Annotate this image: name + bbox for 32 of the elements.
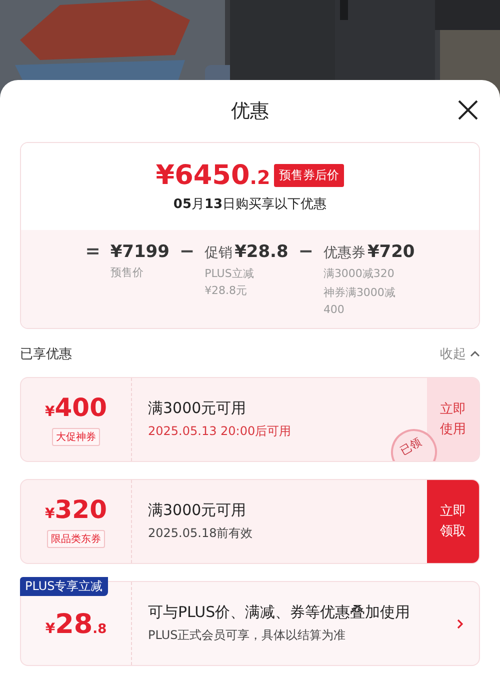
term-amount: ¥7199 xyxy=(110,242,170,262)
coupon-condition: 满3000元可用 xyxy=(148,501,248,520)
section-title: 已享优惠 xyxy=(20,346,72,363)
sheet-title: 优惠 xyxy=(231,99,269,124)
final-price: ¥6450.2 xyxy=(156,160,270,191)
term-note: 预售价 xyxy=(110,265,144,281)
term-note: 神券满3000减400 xyxy=(323,285,396,318)
coupon-validity: 2025.05.13 20:00后可用 xyxy=(148,423,292,440)
chevron-icon[interactable] xyxy=(470,351,480,357)
operator: − xyxy=(179,242,195,264)
collapse-link[interactable]: 收起 xyxy=(440,345,480,363)
coupon-validity: 2025.05.18前有效 xyxy=(148,525,254,542)
term-amount: 促销¥28.8 xyxy=(204,242,288,263)
coupon-action-button[interactable]: 立即使用 xyxy=(427,378,479,461)
operator: = xyxy=(85,242,100,264)
coupon-validity: PLUS正式会员可享，具体以结算为准 xyxy=(148,627,347,644)
coupon-tag: 限品类东券 xyxy=(47,530,105,548)
coupon-amount: ¥400 xyxy=(45,394,107,424)
price-tag: 预售券后价 xyxy=(274,164,344,187)
chevron-right-icon[interactable] xyxy=(457,618,463,628)
coupon-action-button[interactable]: 立即领取 xyxy=(427,480,479,563)
term-note: 满3000减320 xyxy=(323,266,396,282)
coupon-tag: 大促神券 xyxy=(52,428,100,446)
close-icon[interactable] xyxy=(458,100,478,120)
term-note: PLUS立减¥28.8元 xyxy=(204,266,255,299)
coupon-condition: 满3000元可用 xyxy=(148,399,248,418)
coupon-condition: 可与PLUS价、满减、券等优惠叠加使用 xyxy=(148,603,412,622)
coupon-amount: ¥320 xyxy=(45,496,107,526)
plus-badge: PLUS专享立减 xyxy=(20,577,108,596)
term-amount: 优惠券¥720 xyxy=(323,242,415,263)
operator: − xyxy=(298,242,314,264)
coupon-amount: ¥28.8 xyxy=(45,611,107,642)
